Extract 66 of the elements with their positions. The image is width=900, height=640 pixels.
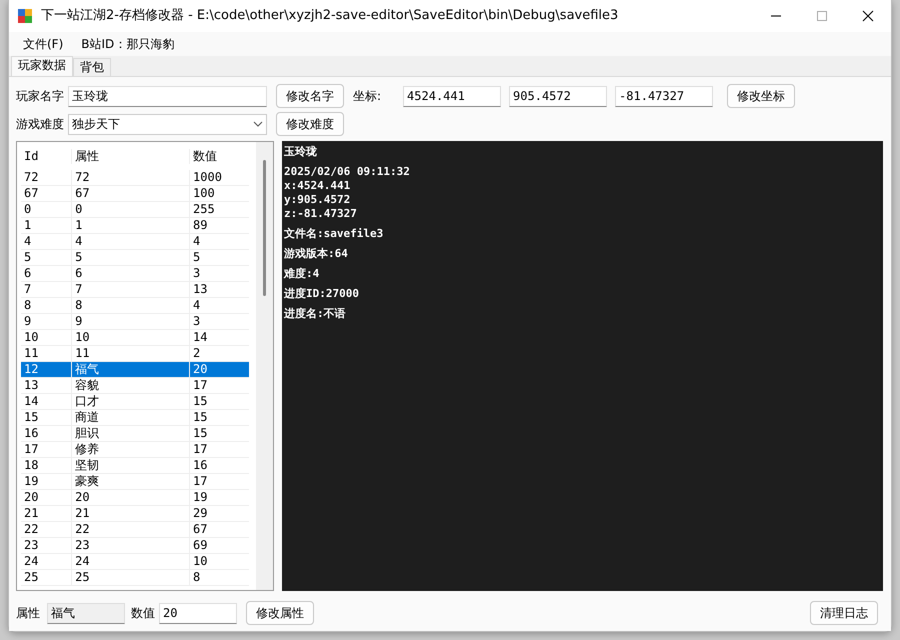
- table-row[interactable]: 20 20 19: [21, 490, 249, 506]
- set-coordinates-button[interactable]: 修改坐标: [727, 84, 796, 108]
- table-row[interactable]: 25 25 8: [21, 570, 249, 586]
- clear-log-button[interactable]: 清理日志: [810, 601, 878, 625]
- set-difficulty-button[interactable]: 修改难度: [276, 112, 344, 136]
- column-header[interactable]: 数值: [190, 148, 249, 164]
- table-row[interactable]: 23 23 69: [21, 538, 249, 554]
- table-row[interactable]: 13 容貌 17: [21, 378, 249, 394]
- table-row[interactable]: 19 豪爽 17: [21, 474, 249, 490]
- input-field[interactable]: 福气: [47, 602, 125, 624]
- close-icon: [862, 10, 874, 22]
- log-line: 进度ID:27000: [284, 287, 360, 301]
- menu-item[interactable]: B站ID：那只海豹: [73, 33, 182, 55]
- scroll-thumb[interactable]: [263, 160, 266, 296]
- table-row[interactable]: 17 修养 17: [21, 442, 249, 458]
- column-header[interactable]: Id: [21, 148, 72, 164]
- table-row[interactable]: 14 口才 15: [21, 394, 249, 410]
- input-field[interactable]: 4524.441: [403, 86, 502, 106]
- log-line: x:4524.441: [284, 179, 352, 193]
- window-title: 下一站江湖2-存档修改器 - E:\code\other\xyzjh2-save-editor\SaveEditor\bin\Debug\savefile3: [41, 7, 620, 26]
- value-label: 数值: [131, 605, 155, 622]
- table-row[interactable]: 10 10 14: [21, 330, 249, 346]
- table-row[interactable]: 16 胆识 15: [21, 426, 249, 442]
- app-icon: [18, 9, 32, 23]
- tab[interactable]: 背包: [73, 58, 111, 76]
- log-line: 玉玲珑: [284, 145, 318, 159]
- scrollbar[interactable]: [256, 142, 273, 590]
- rename-button[interactable]: 修改名字: [276, 84, 344, 108]
- log-line: 游戏版本:64: [284, 247, 349, 261]
- log-line: 进度名:不语: [284, 307, 347, 321]
- log-line: z:-81.47327: [284, 207, 358, 221]
- apply-attribute-button[interactable]: 修改属性: [246, 601, 314, 625]
- log-line: y:905.4572: [284, 193, 352, 207]
- table-row[interactable]: 6 6 3: [21, 266, 249, 282]
- log-line: 文件名:savefile3: [284, 227, 384, 241]
- table-row[interactable]: 12 福气 20: [21, 362, 249, 378]
- menu-item[interactable]: 文件(F): [15, 33, 72, 55]
- table-row[interactable]: 5 5 5: [21, 250, 249, 266]
- difficulty-dropdown[interactable]: 独步天下: [68, 114, 267, 134]
- difficulty-label: 游戏难度: [16, 116, 64, 133]
- table-row[interactable]: 21 21 29: [21, 506, 249, 522]
- table-row[interactable]: 8 8 4: [21, 298, 249, 314]
- input-field[interactable]: -81.47327: [615, 86, 714, 106]
- column-header[interactable]: 属性: [72, 148, 190, 164]
- table-row[interactable]: 67 67 100: [21, 186, 249, 202]
- input-field[interactable]: 905.4572: [509, 86, 608, 106]
- table-row[interactable]: 9 9 3: [21, 314, 249, 330]
- log-line: 难度:4: [284, 267, 320, 281]
- table-row[interactable]: 15 商道 15: [21, 410, 249, 426]
- log-line: 2025/02/06 09:11:32: [284, 165, 411, 179]
- table-row[interactable]: 1 1 89: [21, 218, 249, 234]
- table-row[interactable]: 0 0 255: [21, 202, 249, 218]
- table-row[interactable]: 4 4 4: [21, 234, 249, 250]
- attribute-label: 属性: [16, 605, 40, 622]
- chevron-down-icon: [253, 121, 263, 127]
- input-field[interactable]: 玉玲珑: [68, 86, 267, 106]
- input-field[interactable]: 20: [159, 602, 237, 624]
- table-row[interactable]: 24 24 10: [21, 554, 249, 570]
- table-row[interactable]: 22 22 67: [21, 522, 249, 538]
- table-row[interactable]: 72 72 1000: [21, 170, 249, 186]
- table-row[interactable]: 18 坚韧 16: [21, 458, 249, 474]
- maximize-icon: [816, 10, 828, 22]
- table-row[interactable]: 7 7 13: [21, 282, 249, 298]
- name-label: 玩家名字: [16, 88, 64, 105]
- coordinate-label: 坐标:: [353, 88, 382, 105]
- tab[interactable]: 玩家数据: [11, 56, 73, 76]
